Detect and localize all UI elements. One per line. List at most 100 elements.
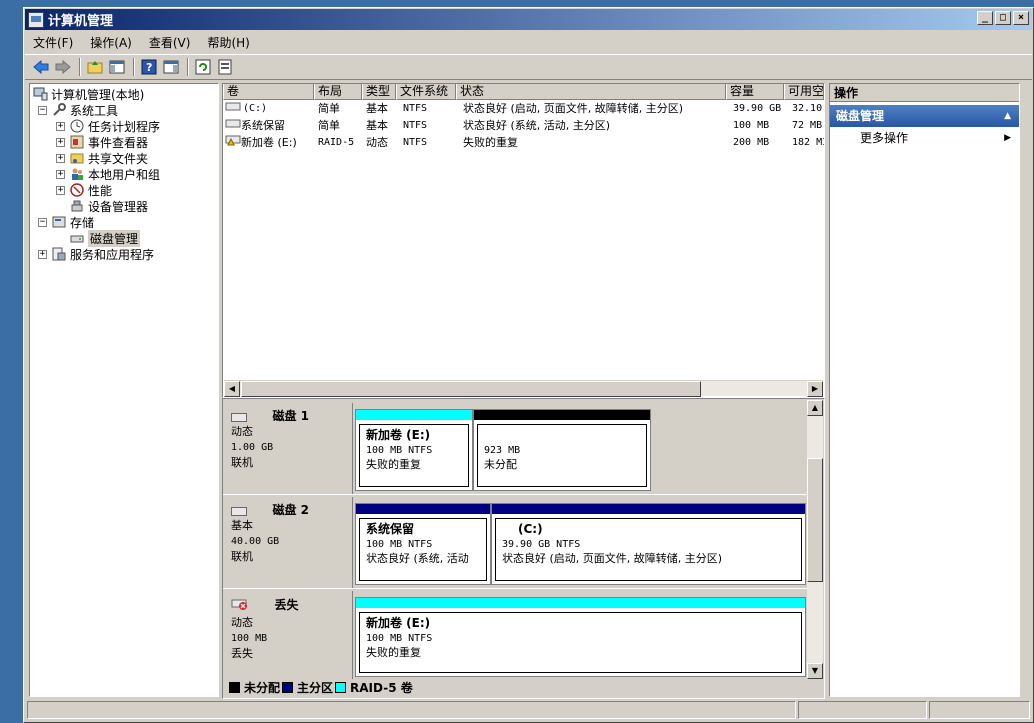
vertical-scrollbar[interactable]: ▲ ▼ [807, 400, 823, 679]
maximize-button[interactable]: □ [995, 11, 1011, 25]
partition-unallocated[interactable]: 923 MB 未分配 [473, 409, 651, 491]
tree-item-device-manager[interactable]: 设备管理器 [69, 198, 148, 214]
table-row[interactable]: (C:) 简单 基本 NTFS 状态良好 (启动, 页面文件, 故障转储, 主分… [223, 100, 824, 117]
expand-icon[interactable]: + [38, 249, 47, 259]
computer-icon [32, 86, 48, 102]
disk-type: 动态 [231, 425, 253, 438]
show-hide-action-icon[interactable] [161, 57, 181, 77]
partition-raid5[interactable]: 新加卷 (E:) 100 MB NTFS 失败的重复 [355, 409, 473, 491]
close-button[interactable]: × [1013, 11, 1029, 25]
partition-c[interactable]: (C:) 39.90 GB NTFS 状态良好 (启动, 页面文件, 故障转储, 主… [491, 503, 806, 585]
legend-swatch-primary [282, 681, 294, 693]
tree-item-root[interactable]: 计算机管理(本地) [32, 86, 144, 102]
tree-item-storage[interactable]: − 存储 [38, 214, 94, 230]
help-icon[interactable]: ? [139, 57, 159, 77]
expand-icon[interactable]: + [56, 185, 65, 195]
tree-item-disk-management[interactable]: 磁盘管理 [69, 229, 141, 247]
collapse-up-icon[interactable]: ▲ [1004, 105, 1011, 127]
tree-item-task-scheduler[interactable]: + 任务计划程序 [56, 118, 160, 134]
title-bar[interactable]: 计算机管理 _ □ × [25, 9, 1032, 30]
warning-volume-icon [225, 134, 241, 151]
properties-icon[interactable] [215, 57, 235, 77]
partition-size: 100 MB NTFS [366, 445, 433, 456]
expand-icon[interactable]: + [56, 137, 65, 147]
tree-item-system-tools[interactable]: − 系统工具 [38, 102, 118, 118]
tree-item-services-apps[interactable]: + 服务和应用程序 [38, 246, 154, 262]
disk-row[interactable]: 磁盘 2 基本 40.00 GB 联机 系统保留 100 MB NTFS 状态良好 … [223, 497, 808, 589]
column-header-free[interactable]: 可用空 [784, 84, 824, 100]
scroll-up-button[interactable]: ▲ [807, 400, 823, 416]
disk-row[interactable]: 丢失 动态 100 MB 丢失 新加卷 (E:) 100 MB NTFS 失败的重复 [223, 591, 808, 679]
column-header-capacity[interactable]: 容量 [726, 84, 784, 100]
menu-action[interactable]: 操作(A) [90, 34, 132, 51]
cell-status: 失败的重复 [463, 136, 518, 149]
scroll-thumb[interactable] [241, 381, 701, 397]
disk-status: 联机 [231, 456, 253, 469]
partition-title: 系统保留 [366, 522, 415, 536]
cell-capacity: 39.90 GB [733, 103, 782, 114]
column-header-status[interactable]: 状态 [456, 84, 726, 100]
tree-item-local-users[interactable]: + 本地用户和组 [56, 166, 160, 182]
partition-content: 923 MB 未分配 [477, 424, 647, 487]
cell-capacity: 100 MB [733, 120, 770, 131]
menu-view[interactable]: 查看(V) [149, 34, 191, 51]
collapse-icon[interactable]: − [38, 217, 47, 227]
column-header-type[interactable]: 类型 [362, 84, 396, 100]
expand-icon[interactable]: + [56, 169, 65, 179]
submenu-arrow-icon: ▶ [1004, 133, 1011, 143]
partition-size: 923 MB [484, 445, 521, 456]
menu-help[interactable]: 帮助(H) [207, 34, 249, 51]
partition-size: 100 MB NTFS [366, 539, 433, 550]
horizontal-scrollbar[interactable]: ◀ ▶ [224, 380, 823, 397]
partition-raid5[interactable]: 新加卷 (E:) 100 MB NTFS 失败的重复 [355, 597, 806, 677]
table-row[interactable]: 系统保留 简单 基本 NTFS 状态良好 (系统, 活动, 主分区) 100 M… [223, 117, 824, 134]
tree-item-event-viewer[interactable]: + 事件查看器 [56, 134, 148, 150]
collapse-icon[interactable]: − [38, 105, 47, 115]
cell-layout: RAID-5 [318, 137, 355, 148]
svg-text:?: ? [146, 61, 152, 74]
table-row[interactable]: 新加卷 (E:) RAID-5 动态 NTFS 失败的重复 200 MB 182… [223, 134, 824, 151]
partition-size: 39.90 GB NTFS [502, 539, 581, 550]
expand-icon[interactable]: + [56, 121, 65, 131]
column-header-layout[interactable]: 布局 [314, 84, 362, 100]
partition-size: 100 MB NTFS [366, 633, 433, 644]
up-folder-icon[interactable] [85, 57, 105, 77]
disk-row[interactable]: 磁盘 1 动态 1.00 GB 联机 新加卷 (E:) 100 MB NTFS 失败… [223, 403, 808, 495]
expand-icon[interactable]: + [56, 153, 65, 163]
computer-management-icon [28, 11, 44, 28]
more-actions-item[interactable]: 更多操作 ▶ [830, 127, 1019, 149]
minimize-button[interactable]: _ [977, 11, 993, 25]
column-header-volume[interactable]: 卷 [223, 84, 314, 100]
scroll-right-button[interactable]: ▶ [807, 381, 823, 397]
more-actions-label: 更多操作 [860, 131, 909, 145]
actions-section-disk-management[interactable]: 磁盘管理 ▲ [830, 105, 1019, 127]
tree-label: 存储 [70, 215, 95, 230]
disk-size: 1.00 GB [231, 442, 274, 453]
disk-management-icon [69, 230, 85, 246]
partition-title: (C:) [518, 522, 543, 536]
device-manager-icon [69, 198, 85, 214]
tools-icon [51, 102, 67, 118]
disk-info: 丢失 动态 100 MB 丢失 [223, 591, 353, 679]
tree-item-shared-folders[interactable]: + 共享文件夹 [56, 150, 148, 166]
scroll-down-button[interactable]: ▼ [807, 663, 823, 679]
cell-type: 基本 [366, 119, 388, 132]
partition-system-reserved[interactable]: 系统保留 100 MB NTFS 状态良好 (系统, 活动 [355, 503, 491, 585]
volume-list: 卷 布局 类型 文件系统 状态 容量 可用空 (C:) 简单 基本 NTFS 状… [222, 83, 825, 398]
forward-icon[interactable] [53, 57, 73, 77]
disk-type: 动态 [231, 616, 253, 629]
menu-file[interactable]: 文件(F) [33, 34, 73, 51]
tree-item-performance[interactable]: + 性能 [56, 182, 112, 198]
show-hide-tree-icon[interactable] [107, 57, 127, 77]
missing-disk-icon [231, 597, 249, 615]
scroll-left-button[interactable]: ◀ [224, 381, 240, 397]
tree-label: 本地用户和组 [88, 167, 161, 182]
cell-free: 72 MB [792, 120, 823, 131]
back-icon[interactable] [31, 57, 51, 77]
tree-label: 性能 [88, 183, 113, 198]
volume-icon [225, 100, 241, 117]
scroll-thumb[interactable] [807, 458, 823, 582]
column-header-filesystem[interactable]: 文件系统 [396, 84, 456, 100]
refresh-icon[interactable] [193, 57, 213, 77]
actions-pane: 操作 磁盘管理 ▲ 更多操作 ▶ [829, 83, 1020, 697]
